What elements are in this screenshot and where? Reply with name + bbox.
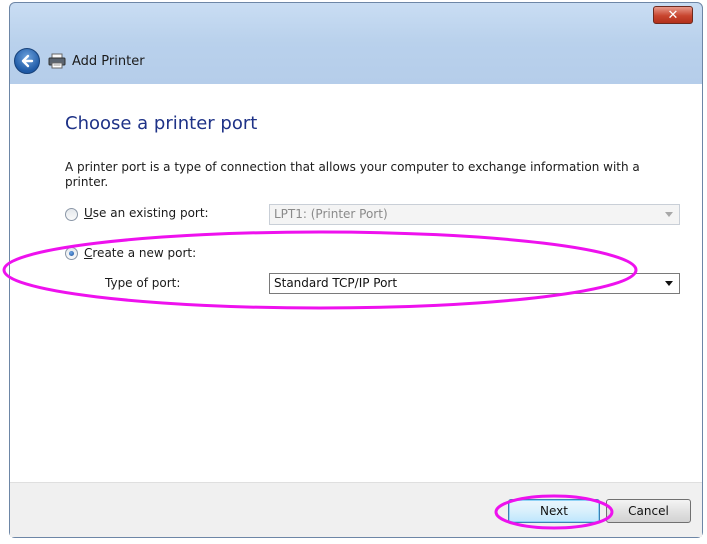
dropdown-arrow-icon — [663, 205, 675, 224]
next-button[interactable]: Next — [508, 499, 600, 523]
radio-selected-dot — [69, 251, 74, 256]
page-title: Choose a printer port — [65, 113, 258, 134]
port-type-select[interactable]: Standard TCP/IP Port — [269, 273, 680, 294]
back-button[interactable] — [14, 48, 40, 74]
cancel-button[interactable]: Cancel — [606, 499, 691, 523]
back-arrow-icon — [21, 54, 34, 68]
dropdown-arrow-icon — [663, 274, 675, 293]
window-title: Add Printer — [72, 54, 145, 69]
use-existing-port-label[interactable]: Use an existing port: — [84, 206, 209, 220]
page-description: A printer port is a type of connection t… — [65, 160, 640, 189]
type-of-port-label: Type of port: — [105, 276, 181, 290]
existing-port-select[interactable]: LPT1: (Printer Port) — [269, 204, 680, 225]
printer-icon — [48, 53, 66, 69]
use-existing-port-radio[interactable] — [65, 208, 78, 221]
create-new-port-radio[interactable] — [65, 247, 78, 260]
create-new-port-label[interactable]: Create a new port: — [84, 246, 196, 260]
close-icon: ✕ — [667, 8, 679, 23]
close-button[interactable]: ✕ — [653, 6, 693, 24]
